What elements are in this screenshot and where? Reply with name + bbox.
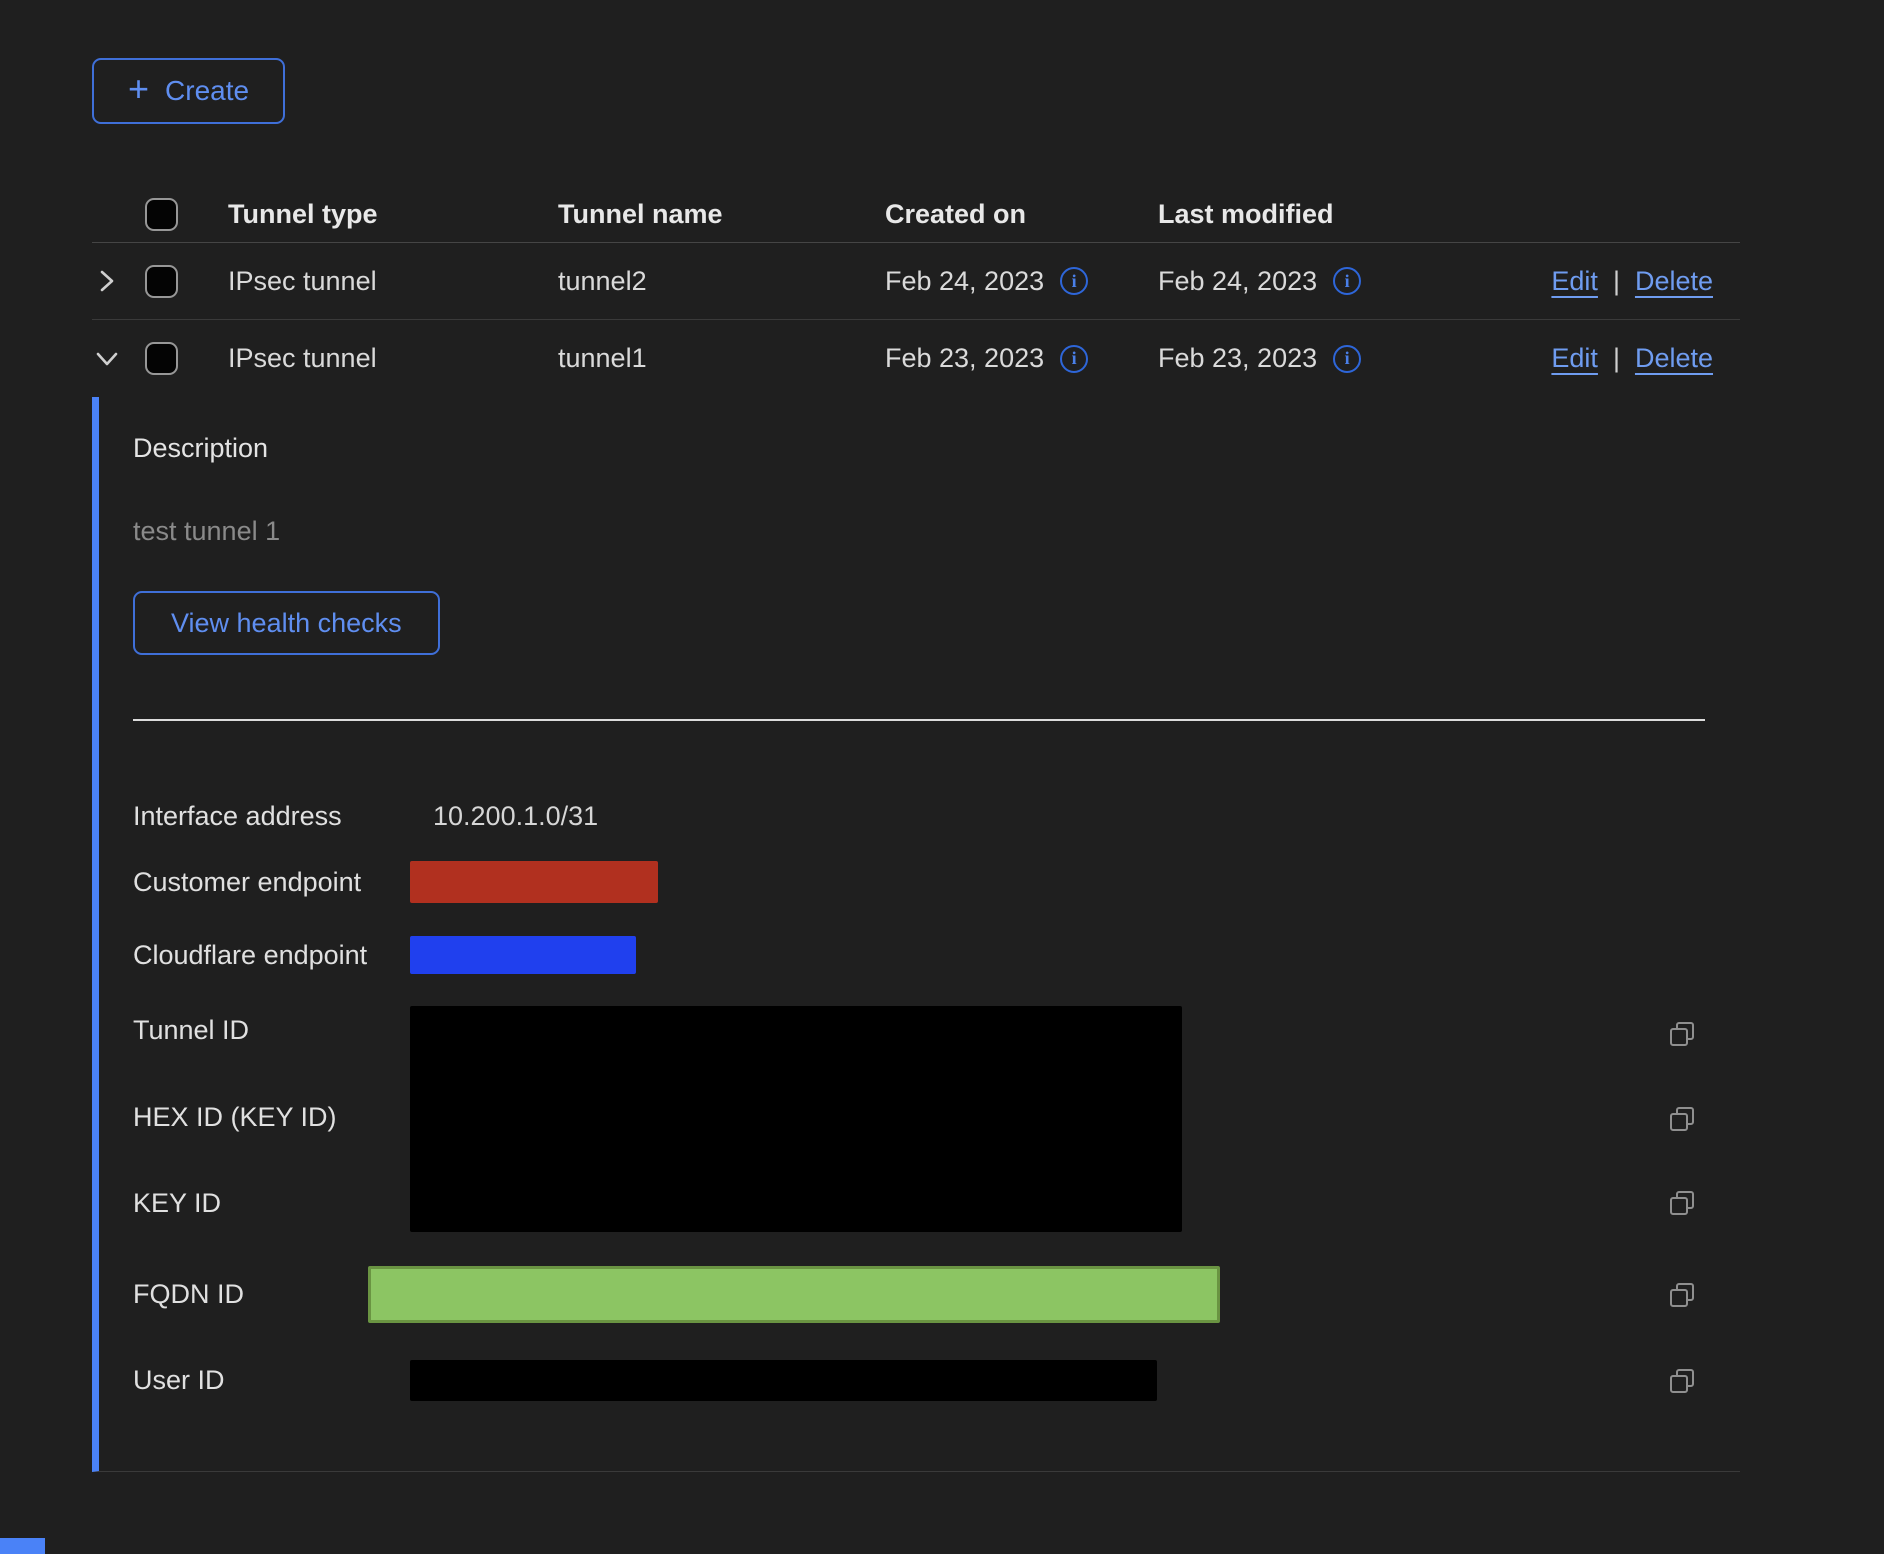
hex-id-label: HEX ID (KEY ID) xyxy=(133,1102,410,1133)
copy-icon[interactable] xyxy=(1667,1366,1697,1396)
action-separator: | xyxy=(1613,343,1620,374)
customer-endpoint-row: Customer endpoint xyxy=(133,861,1705,903)
customer-endpoint-redaction xyxy=(410,861,658,903)
created-on-cell: Feb 23, 2023 xyxy=(885,343,1044,374)
cloudflare-endpoint-redaction xyxy=(410,936,636,974)
tunnel-id-label: Tunnel ID xyxy=(133,1015,410,1046)
header-created-on: Created on xyxy=(885,199,1158,230)
copy-icon[interactable] xyxy=(1667,1104,1697,1134)
page-content: + Create Tunnel type Tunnel name Created… xyxy=(92,0,1740,1472)
info-icon[interactable]: i xyxy=(1333,267,1361,295)
create-button[interactable]: + Create xyxy=(92,58,285,124)
user-id-row: User ID xyxy=(133,1360,1705,1401)
delete-link[interactable]: Delete xyxy=(1635,266,1713,297)
fqdn-id-row: FQDN ID xyxy=(133,1266,1705,1323)
interface-address-label: Interface address xyxy=(133,801,410,832)
info-icon[interactable]: i xyxy=(1060,267,1088,295)
user-id-redaction xyxy=(410,1360,1157,1401)
row-checkbox[interactable] xyxy=(145,342,178,375)
tunnel-type-cell: IPsec tunnel xyxy=(228,343,558,374)
tunnel-name-cell: tunnel2 xyxy=(558,266,885,297)
description-label: Description xyxy=(133,433,1705,464)
edit-link[interactable]: Edit xyxy=(1551,266,1598,297)
table-row-tunnel2: IPsec tunnel tunnel2 Feb 24, 2023 i Feb … xyxy=(92,243,1740,320)
table-header-row: Tunnel type Tunnel name Created on Last … xyxy=(92,186,1740,243)
last-modified-cell: Feb 24, 2023 xyxy=(1158,266,1317,297)
copy-icon[interactable] xyxy=(1667,1188,1697,1218)
key-id-label: KEY ID xyxy=(133,1188,410,1219)
chevron-down-icon[interactable] xyxy=(92,344,122,374)
tunnels-table: Tunnel type Tunnel name Created on Last … xyxy=(92,186,1740,1472)
tunnel-type-cell: IPsec tunnel xyxy=(228,266,558,297)
interface-address-row: Interface address 10.200.1.0/31 xyxy=(133,795,1705,837)
copy-icon[interactable] xyxy=(1667,1280,1697,1310)
header-tunnel-type: Tunnel type xyxy=(228,199,558,230)
header-last-modified: Last modified xyxy=(1158,199,1713,230)
chevron-right-icon[interactable] xyxy=(92,266,122,296)
row-checkbox[interactable] xyxy=(145,265,178,298)
last-modified-cell: Feb 23, 2023 xyxy=(1158,343,1317,374)
section-divider xyxy=(133,719,1705,721)
select-all-checkbox[interactable] xyxy=(145,198,178,231)
info-icon[interactable]: i xyxy=(1333,345,1361,373)
action-separator: | xyxy=(1613,266,1620,297)
description-value: test tunnel 1 xyxy=(133,516,1705,547)
edit-link[interactable]: Edit xyxy=(1551,343,1598,374)
copy-icon[interactable] xyxy=(1667,1019,1697,1049)
created-on-cell: Feb 24, 2023 xyxy=(885,266,1044,297)
cloudflare-endpoint-row: Cloudflare endpoint xyxy=(133,936,1705,974)
tunnel-name-cell: tunnel1 xyxy=(558,343,885,374)
plus-icon: + xyxy=(128,71,149,107)
table-row-tunnel1: IPsec tunnel tunnel1 Feb 23, 2023 i Feb … xyxy=(92,320,1740,397)
tunnel-ids-redaction xyxy=(410,1006,1182,1232)
header-tunnel-name: Tunnel name xyxy=(558,199,885,230)
cloudflare-endpoint-label: Cloudflare endpoint xyxy=(133,940,410,971)
view-health-checks-button[interactable]: View health checks xyxy=(133,591,440,655)
tunnels-page: + Create Tunnel type Tunnel name Created… xyxy=(0,0,1884,1554)
tunnel-details-panel: Description test tunnel 1 View health ch… xyxy=(92,397,1740,1472)
delete-link[interactable]: Delete xyxy=(1635,343,1713,374)
customer-endpoint-label: Customer endpoint xyxy=(133,867,410,898)
tunnel-ids-section: Tunnel ID HEX ID (KEY ID) KEY ID xyxy=(133,1006,1705,1232)
user-id-label: User ID xyxy=(133,1365,410,1396)
interface-address-value: 10.200.1.0/31 xyxy=(410,801,598,832)
fqdn-id-redaction xyxy=(368,1266,1220,1323)
info-icon[interactable]: i xyxy=(1060,345,1088,373)
scroll-accent xyxy=(0,1538,45,1554)
create-button-label: Create xyxy=(165,75,249,107)
